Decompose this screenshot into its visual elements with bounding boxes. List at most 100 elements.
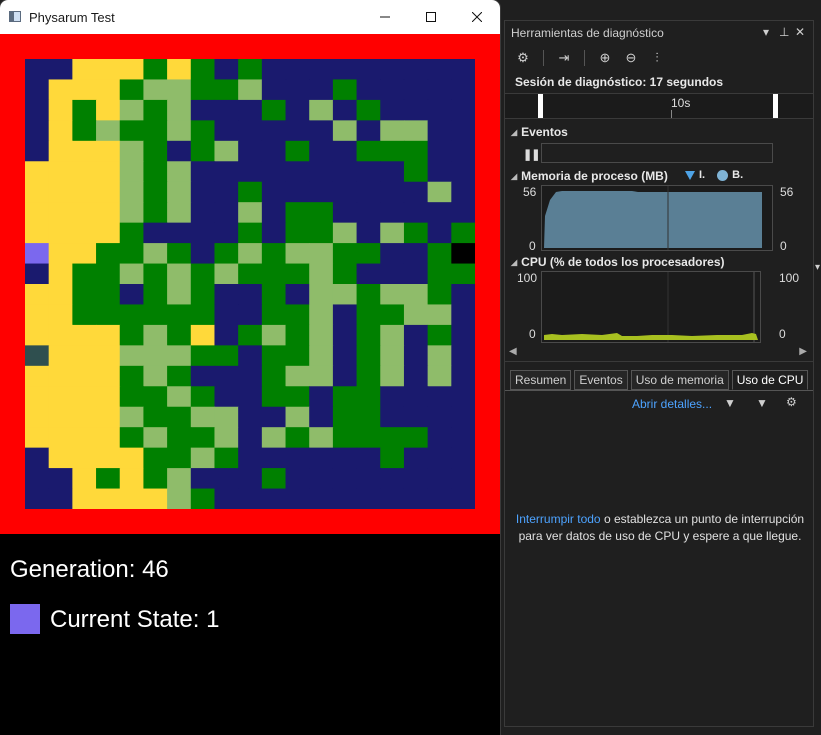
- events-timeline[interactable]: [541, 143, 773, 163]
- grid-cell: [427, 202, 452, 224]
- grid-cell: [48, 99, 73, 121]
- grid-cell: [403, 488, 429, 509]
- grid-cell: [214, 161, 239, 183]
- timeline-start-handle[interactable]: [538, 94, 543, 118]
- collapse-triangle-icon[interactable]: ◢: [511, 172, 517, 181]
- minimize-button[interactable]: [362, 0, 408, 34]
- grid-cell: [285, 324, 310, 346]
- grid-cell: [427, 181, 452, 203]
- grid-cell: [119, 202, 145, 224]
- memory-plot[interactable]: [541, 185, 773, 251]
- grid-cell: [190, 79, 216, 101]
- grid-cell: [403, 304, 429, 326]
- grid-cell: [427, 468, 452, 490]
- grid-cell: [214, 406, 239, 428]
- pin-icon[interactable]: ⊥: [779, 25, 789, 39]
- filter-icon[interactable]: ▼: [724, 396, 736, 410]
- grid-cell: [261, 243, 287, 265]
- grid-cell: [48, 324, 73, 346]
- reset-zoom-icon[interactable]: ⫶: [647, 48, 667, 68]
- cpu-section-header[interactable]: ◢ CPU (% de todos los procesadores): [505, 253, 813, 271]
- grid-cell: [332, 140, 358, 162]
- grid-cell: [214, 59, 239, 81]
- tab-uso-de-cpu[interactable]: Uso de CPU: [731, 370, 809, 390]
- grid-cell: [25, 447, 50, 469]
- export-icon[interactable]: ⇥: [554, 48, 574, 68]
- diag-tabs: Resumen Eventos Uso de memoria Uso de CP…: [505, 362, 813, 391]
- grid-cell: [403, 345, 429, 367]
- grid-cell: [309, 140, 334, 162]
- grid-cell: [403, 406, 429, 428]
- grid-cell: [238, 324, 263, 346]
- grid-cell: [403, 120, 429, 142]
- settings-gear-icon[interactable]: ⚙: [786, 395, 797, 409]
- grid-cell: [48, 427, 73, 449]
- grid-cell: [72, 120, 97, 142]
- grid-cell: [238, 243, 263, 265]
- grid-cell: [285, 79, 310, 101]
- tab-resumen[interactable]: Resumen: [510, 370, 572, 390]
- grid-cell: [238, 161, 263, 183]
- timeline-ruler[interactable]: 10s: [505, 93, 813, 119]
- open-details-link[interactable]: Abrir detalles...: [632, 397, 712, 411]
- zoom-out-icon[interactable]: ⊖: [621, 48, 641, 68]
- grid-cell: [48, 365, 73, 387]
- grid-cell: [356, 99, 381, 121]
- timeline-end-handle[interactable]: [773, 94, 778, 118]
- grid-cell: [143, 345, 168, 367]
- grid-cell: [143, 304, 168, 326]
- grid-cell: [285, 181, 310, 203]
- grid-cell: [96, 161, 121, 183]
- grid-cell: [285, 243, 310, 265]
- timeline-tick-label: 10s: [671, 96, 691, 110]
- pause-icon[interactable]: ❚❚: [523, 148, 540, 161]
- window-titlebar[interactable]: Physarum Test: [0, 0, 500, 34]
- grid-cell: [119, 427, 145, 449]
- diagnostic-tools-panel: Herramientas de diagnóstico ▾ ⊥ ✕ ⚙ ⇥ ⊕ …: [504, 20, 814, 727]
- grid-cell: [96, 406, 121, 428]
- grid-cell: [143, 468, 168, 490]
- events-section-header[interactable]: ◢ Eventos: [505, 123, 813, 141]
- grid-cell: [96, 79, 121, 101]
- close-button[interactable]: [454, 0, 500, 34]
- zoom-in-icon[interactable]: ⊕: [595, 48, 615, 68]
- panel-close-icon[interactable]: ✕: [795, 25, 805, 39]
- maximize-button[interactable]: [408, 0, 454, 34]
- grid-cell: [190, 59, 216, 81]
- grid-cell: [238, 263, 263, 285]
- tab-uso-de-memoria[interactable]: Uso de memoria: [630, 370, 729, 390]
- cpu-ymax-right: 100: [779, 271, 800, 285]
- memory-section-header[interactable]: ◢ Memoria de proceso (MB) I. B.: [505, 167, 813, 185]
- grid-cell: [96, 447, 121, 469]
- filter-alt-icon[interactable]: ▼: [756, 396, 768, 410]
- grid-cell: [25, 140, 50, 162]
- grid-cell: [96, 468, 121, 490]
- grid-cell: [214, 447, 239, 469]
- grid-cell: [403, 365, 429, 387]
- break-all-link[interactable]: Interrumpir todo: [516, 512, 601, 526]
- tab-eventos[interactable]: Eventos: [574, 370, 628, 390]
- grid-cell: [380, 284, 405, 306]
- grid-cell: [285, 304, 310, 326]
- grid-cell: [380, 222, 405, 244]
- grid-cell: [143, 243, 168, 265]
- grid-cell: [238, 488, 263, 509]
- grid-cell: [451, 263, 475, 285]
- settings-icon[interactable]: ⚙: [513, 48, 533, 68]
- grid-cell: [309, 488, 334, 509]
- grid-cell: [427, 365, 452, 387]
- collapse-triangle-icon[interactable]: ◢: [511, 258, 517, 267]
- memory-legend[interactable]: I. B.: [685, 169, 743, 181]
- scroll-left-icon[interactable]: ◀: [509, 346, 517, 357]
- panel-menu-icon[interactable]: ▾: [763, 25, 769, 39]
- grid-cell: [143, 284, 168, 306]
- grid-cell: [72, 365, 97, 387]
- memory-ymax: 56: [523, 185, 537, 199]
- cpu-ymin-right: 0: [779, 327, 786, 341]
- grid-cell: [427, 386, 452, 408]
- horizontal-scrollbar[interactable]: ◀ ▶: [505, 345, 813, 362]
- scroll-right-icon[interactable]: ▶: [799, 346, 807, 357]
- cpu-plot[interactable]: [541, 271, 761, 343]
- collapse-triangle-icon[interactable]: ◢: [511, 128, 517, 137]
- grid-cell: [451, 386, 475, 408]
